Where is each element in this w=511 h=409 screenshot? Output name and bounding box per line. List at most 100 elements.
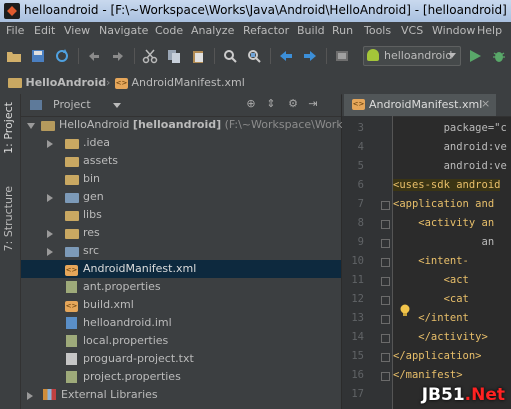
expand-icon[interactable] [47,230,53,238]
tree-item-label: local.properties [83,334,169,347]
left-tool-tabs: 1: Project 7: Structure [0,94,21,409]
collapse-all-icon[interactable]: ⇕ [265,98,277,110]
watermark-part2: .Net [464,385,505,405]
tree-item-label: .idea [83,136,111,149]
tree-item-android-manifest[interactable]: <> AndroidManifest.xml [21,260,341,278]
run-configuration-label: helloandroid [384,49,453,62]
menu-analyze[interactable]: Analyze [191,24,234,37]
expand-icon[interactable] [47,194,53,202]
tree-item-assets[interactable]: assets [21,152,341,170]
menu-build[interactable]: Build [297,24,325,37]
project-panel-title[interactable]: Project [53,98,91,111]
breadcrumb-project[interactable]: HelloAndroid [8,76,106,89]
code-line: android:ve [393,160,507,172]
expand-icon[interactable] [27,123,35,129]
watermark-part1: JB51 [421,385,465,405]
expand-icon[interactable] [47,140,53,148]
tab-project[interactable]: 1: Project [2,102,15,154]
hide-icon[interactable]: ⇥ [307,98,319,110]
copy-icon[interactable] [166,48,182,64]
tree-item-proguard[interactable]: proguard-project.txt [21,350,341,368]
menu-vcs[interactable]: VCS [401,24,423,37]
close-icon[interactable]: × [481,97,490,110]
open-folder-icon[interactable] [6,48,22,64]
chevron-down-icon [448,53,456,58]
code-editor[interactable]: package="c android:ve android:ve <uses-sd… [393,116,511,409]
expand-icon[interactable] [27,392,33,400]
properties-file-icon [66,335,77,350]
menu-edit[interactable]: Edit [34,24,55,37]
fold-marker-icon[interactable] [381,277,390,286]
fold-marker-icon[interactable] [381,220,390,229]
menu-window[interactable]: Window [432,24,475,37]
fold-marker-icon[interactable] [381,258,390,267]
toolbar-separator [134,48,135,64]
tree-item-label: External Libraries [61,388,158,401]
fold-marker-icon[interactable] [381,239,390,248]
save-all-icon[interactable] [30,48,46,64]
tree-item-label: AndroidManifest.xml [83,262,197,275]
paste-icon[interactable] [190,48,206,64]
cut-icon[interactable] [142,48,158,64]
menu-navigate[interactable]: Navigate [99,24,148,37]
folder-icon [65,137,79,150]
target-icon[interactable]: ⊕ [245,98,257,110]
expand-icon[interactable] [47,248,53,256]
toolbar-separator [214,48,215,64]
tab-structure[interactable]: 7: Structure [2,186,15,251]
undo-icon[interactable] [86,48,102,64]
tree-root[interactable]: HelloAndroid [helloandroid] (F:\~Workspa… [21,116,375,134]
tree-item-label: src [83,244,100,257]
menu-tools[interactable]: Tools [364,24,391,37]
tree-item-bin[interactable]: bin [21,170,341,188]
menu-refactor[interactable]: Refactor [243,24,289,37]
tree-item-ant-properties[interactable]: ant.properties [21,278,341,296]
fold-marker-icon[interactable] [381,372,390,381]
tree-item-external-libraries[interactable]: External Libraries [21,386,341,404]
run-icon[interactable] [467,48,483,64]
redo-icon[interactable] [110,48,126,64]
tree-item-label: ant.properties [83,280,161,293]
forward-icon[interactable] [302,48,318,64]
chevron-down-icon[interactable] [113,103,121,108]
menu-file[interactable]: File [6,24,24,37]
run-configuration-select[interactable]: helloandroid [363,46,461,66]
menu-code[interactable]: Code [155,24,183,37]
tree-item-gen[interactable]: gen [21,188,341,206]
make-project-icon[interactable] [334,48,350,64]
line-number: 11 [351,274,364,286]
tree-item-res[interactable]: res [21,224,341,242]
tree-item-build-xml[interactable]: <> build.xml [21,296,341,314]
fold-marker-icon[interactable] [381,201,390,210]
replace-icon[interactable] [246,48,262,64]
tree-item-src[interactable]: src [21,242,341,260]
find-icon[interactable] [222,48,238,64]
xml-file-icon: <> [65,300,78,312]
tree-item-local-properties[interactable]: local.properties [21,332,341,350]
tree-item-idea[interactable]: .idea [21,134,341,152]
debug-icon[interactable] [491,48,507,64]
folder-icon [65,227,79,240]
tree-item-project-properties[interactable]: project.properties [21,368,341,386]
project-view-icon [30,100,42,110]
line-number: 4 [357,141,364,153]
tree-item-iml[interactable]: helloandroid.iml [21,314,341,332]
menu-help[interactable]: Help [477,24,502,37]
lightbulb-icon[interactable] [399,304,411,318]
back-icon[interactable] [278,48,294,64]
fold-marker-icon[interactable] [381,315,390,324]
breadcrumb-file[interactable]: <> AndroidManifest.xml [115,76,245,89]
tree-item-libs[interactable]: libs [21,206,341,224]
toolbar-separator [326,48,327,64]
menu-run[interactable]: Run [332,24,353,37]
sync-icon[interactable] [54,48,70,64]
fold-marker-icon[interactable] [381,334,390,343]
watermark: JB51.Net [422,385,505,405]
editor-tab-android-manifest[interactable]: <> AndroidManifest.xml × [344,94,496,116]
source-folder-icon [65,191,79,204]
gear-icon[interactable]: ⚙ [287,98,299,110]
code-line: </application> [393,350,482,362]
fold-marker-icon[interactable] [381,296,390,305]
menu-view[interactable]: View [64,24,90,37]
fold-marker-icon[interactable] [381,353,390,362]
